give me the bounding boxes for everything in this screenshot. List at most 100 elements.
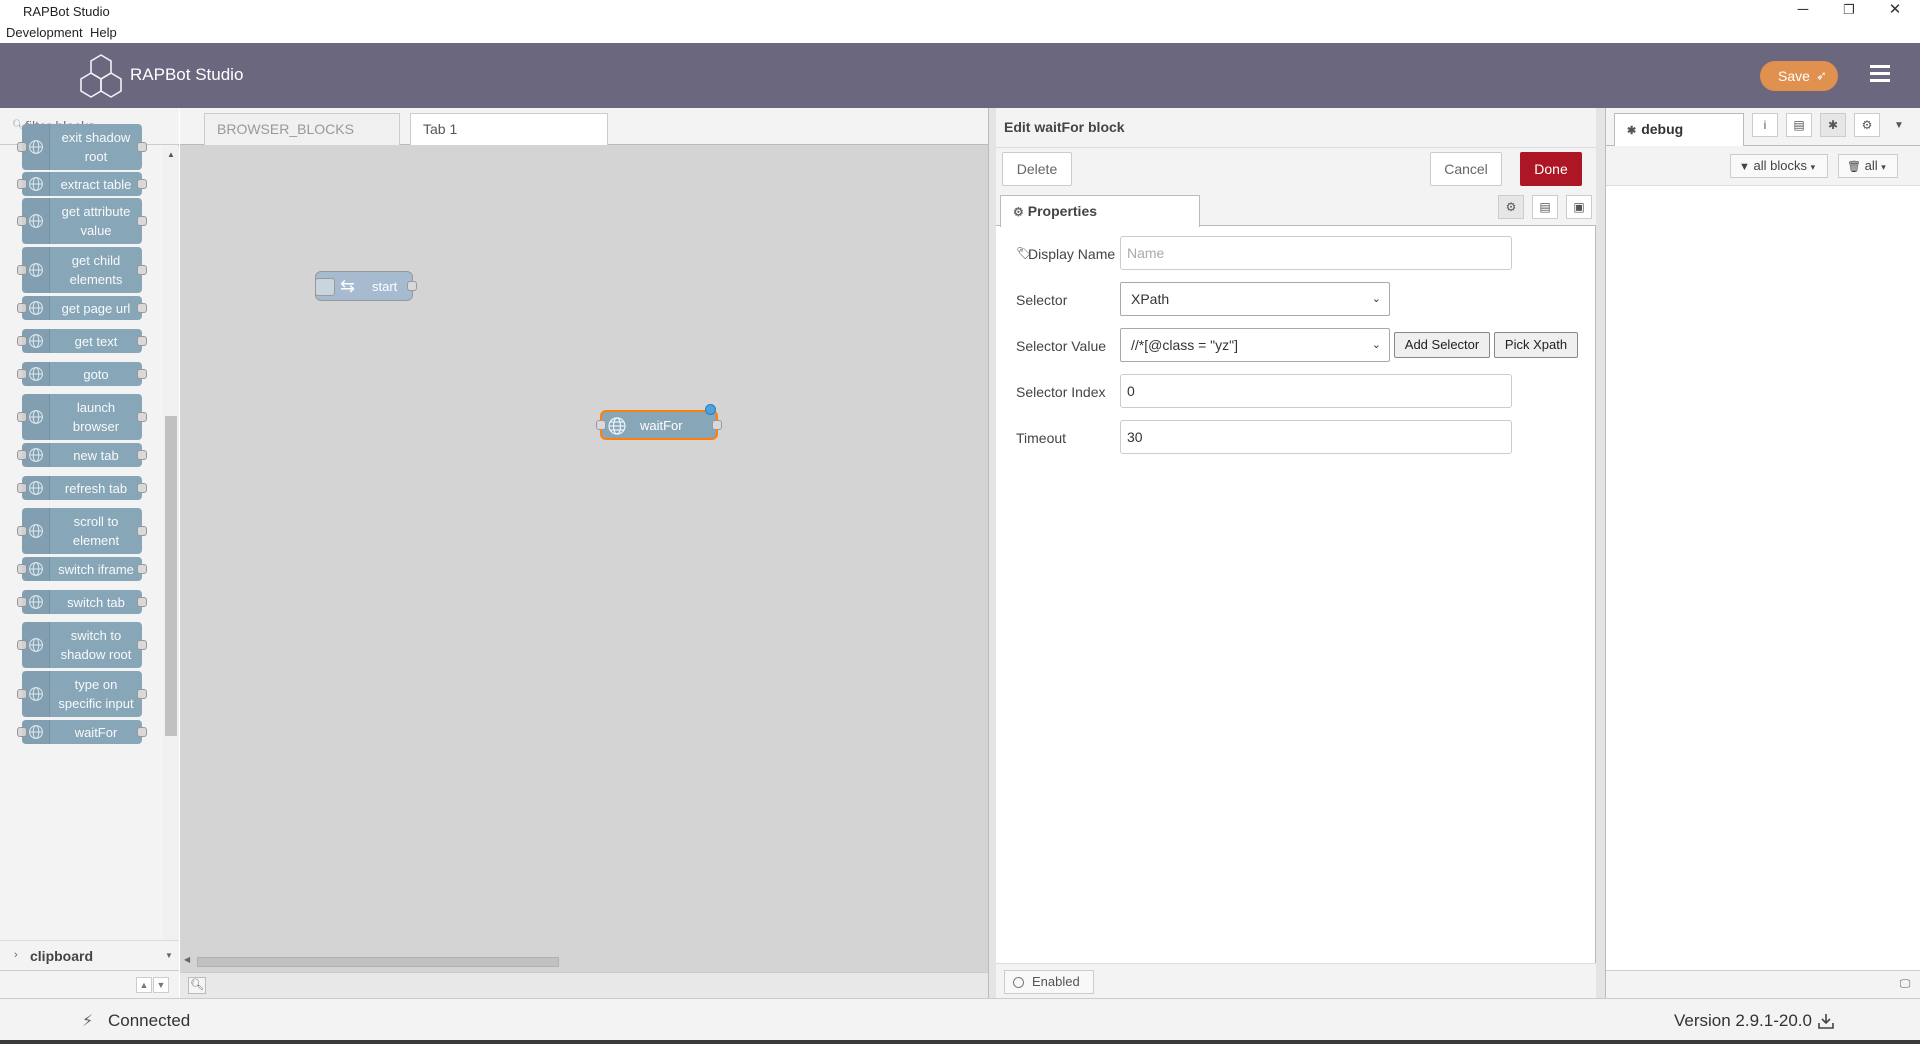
palette-node[interactable]: launch browser	[17, 394, 147, 440]
palette-node[interactable]: refresh tab	[17, 476, 147, 500]
scroll-down-icon[interactable]: ▼	[165, 951, 173, 960]
input-port[interactable]	[596, 420, 606, 430]
palette-node[interactable]: goto	[17, 362, 147, 386]
clear-label: all	[1864, 158, 1878, 173]
palette-node[interactable]: get page url	[17, 296, 147, 320]
appearance-icon[interactable]: ▣	[1566, 195, 1592, 219]
timeout-input[interactable]: 30	[1120, 420, 1512, 454]
output-port	[137, 597, 147, 607]
workspace-canvas[interactable]: ⇆ start waitFor	[180, 145, 988, 952]
waitfor-node[interactable]: waitFor	[596, 404, 722, 440]
tab-debug[interactable]: ✱ debug	[1614, 113, 1744, 146]
globe-icon	[22, 476, 50, 500]
palette-scroll-thumb[interactable]	[165, 416, 177, 736]
minimize-button[interactable]: ─	[1780, 0, 1826, 22]
collapse-down-icon[interactable]: ▼	[153, 977, 169, 993]
palette-node-label: get attribute value	[61, 204, 131, 238]
selector-row: Selector XPath ⌄	[996, 282, 1596, 318]
add-selector-button[interactable]: Add Selector	[1394, 332, 1490, 358]
filter-all-blocks-button[interactable]: ▼ all blocks ▾	[1730, 154, 1828, 178]
tab-tab-1[interactable]: Tab 1	[410, 113, 608, 146]
scroll-left-icon[interactable]: ◀	[184, 955, 190, 964]
palette-node[interactable]: switch to shadow root	[17, 622, 147, 668]
palette-scrollbar[interactable]: ▲	[163, 146, 179, 943]
tab-browser-blocks[interactable]: BROWSER_BLOCKS	[204, 113, 400, 145]
enabled-toggle[interactable]: Enabled	[1004, 970, 1094, 994]
chevron-down-icon: ⌄	[1371, 293, 1381, 305]
debug-icon[interactable]: ✱	[1820, 113, 1846, 137]
search-icon[interactable]: 🔍︎	[188, 977, 206, 994]
sidebar-dropdown-icon[interactable]: ▼	[1894, 120, 1904, 131]
tab-properties[interactable]: ⚙ Properties	[1000, 195, 1200, 227]
filter-icon: ▼	[1739, 161, 1750, 173]
main-menu-icon[interactable]	[1870, 65, 1890, 85]
menu-help[interactable]: Help	[90, 25, 117, 40]
circle-icon	[1013, 977, 1024, 988]
restore-button[interactable]: ❐	[1826, 0, 1872, 22]
workspace-hscrollbar[interactable]: ◀	[180, 952, 988, 972]
palette-node[interactable]: switch tab	[17, 590, 147, 614]
display-name-row: 🏷︎ Display Name Name	[996, 236, 1596, 272]
cancel-button[interactable]: Cancel	[1430, 152, 1502, 186]
palette-node[interactable]: exit shadow root	[17, 124, 147, 170]
clear-all-button[interactable]: 🗑︎ all ▾	[1838, 154, 1898, 178]
palette-node[interactable]: get attribute value	[17, 198, 147, 244]
palette-node[interactable]: waitFor	[17, 720, 147, 744]
selector-value-select[interactable]: //*[@class = "yz"] ⌄	[1120, 328, 1390, 362]
output-port[interactable]	[712, 420, 722, 430]
done-button[interactable]: Done	[1520, 152, 1582, 186]
sidebar-resize-handle[interactable]	[1596, 108, 1606, 998]
menu-bar: Development Help	[0, 22, 1920, 43]
download-icon[interactable]	[1816, 1011, 1836, 1031]
selector-value: XPath	[1131, 291, 1170, 307]
globe-icon	[22, 362, 50, 386]
inject-button[interactable]	[315, 278, 335, 296]
timeout-label: Timeout	[1016, 430, 1067, 446]
sidebar-tabs: ✱ debug i ▤ ✱ ⚙ ▼	[1606, 108, 1920, 146]
help-book-icon[interactable]: ▤	[1786, 113, 1812, 137]
output-port	[137, 640, 147, 650]
monitor-icon[interactable]: 🖵︎	[1896, 976, 1914, 993]
pick-xpath-button[interactable]: Pick Xpath	[1494, 332, 1578, 358]
palette-node[interactable]: extract table	[17, 172, 147, 196]
chevron-right-icon: ›	[14, 949, 18, 961]
workspace-scroll-thumb[interactable]	[197, 957, 559, 967]
palette-node[interactable]: get text	[17, 329, 147, 353]
description-icon[interactable]: ▤	[1532, 195, 1558, 219]
scroll-up-icon[interactable]: ▲	[167, 150, 175, 159]
output-port	[137, 216, 147, 226]
globe-icon	[22, 671, 50, 717]
close-button[interactable]: ✕	[1872, 0, 1918, 22]
globe-icon	[22, 198, 50, 244]
window-bottom-edge	[0, 1040, 1920, 1044]
palette-node[interactable]: switch iframe	[17, 557, 147, 581]
selector-select[interactable]: XPath ⌄	[1120, 282, 1390, 316]
collapse-up-icon[interactable]: ▲	[136, 977, 152, 993]
info-icon[interactable]: i	[1752, 113, 1778, 137]
palette-node[interactable]: type on specific input	[17, 671, 147, 717]
palette-footer: ▲ ▼	[0, 970, 179, 998]
save-button[interactable]: Save ➶	[1760, 61, 1838, 91]
selector-index-input[interactable]: 0	[1120, 374, 1512, 408]
workspace-footer: 🔍︎	[180, 972, 988, 998]
menu-development[interactable]: Development	[6, 25, 83, 40]
palette-node[interactable]: new tab	[17, 443, 147, 467]
selector-value-label: Selector Value	[1016, 338, 1107, 354]
palette-node-label: get text	[74, 333, 118, 349]
palette-node[interactable]: scroll to element	[17, 508, 147, 554]
settings-icon[interactable]: ⚙	[1498, 195, 1524, 219]
changed-indicator	[705, 404, 716, 415]
start-node[interactable]: ⇆ start	[315, 271, 417, 301]
display-name-input[interactable]: Name	[1120, 236, 1512, 270]
waitfor-node-label: waitFor	[640, 418, 683, 433]
output-port	[137, 303, 147, 313]
tray-resize-handle[interactable]	[988, 108, 996, 998]
delete-button[interactable]: Delete	[1002, 152, 1072, 186]
palette-category-clipboard[interactable]: › clipboard ▼	[0, 940, 179, 970]
workspace-tabs: BROWSER_BLOCKS Tab 1	[180, 108, 988, 146]
sidebar-footer: 🖵︎	[1606, 970, 1920, 998]
output-port[interactable]	[407, 281, 417, 291]
palette-node[interactable]: get child elements	[17, 247, 147, 293]
config-gear-icon[interactable]: ⚙	[1854, 113, 1880, 137]
tray-toolbar: Delete Cancel Done	[996, 148, 1596, 190]
